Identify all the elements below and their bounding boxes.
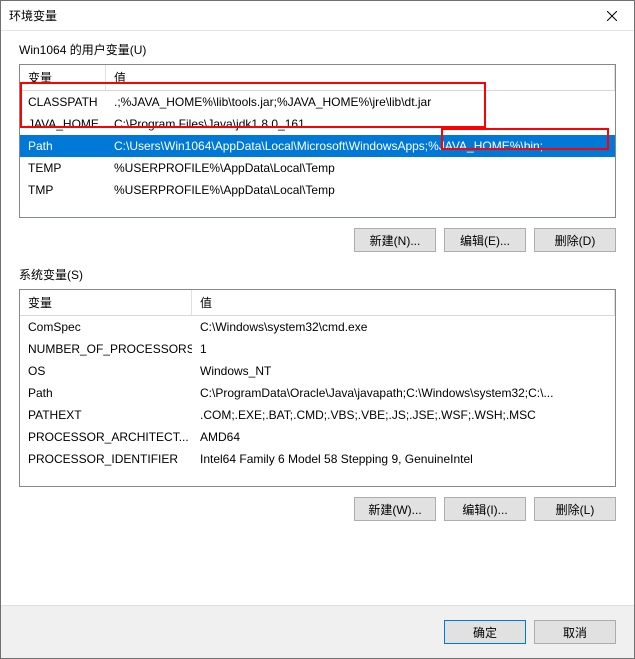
var-value-cell: Windows_NT (192, 364, 615, 378)
system-vars-header: 变量 值 (20, 290, 615, 316)
var-value-cell: %USERPROFILE%\AppData\Local\Temp (106, 183, 615, 197)
col-variable[interactable]: 变量 (20, 290, 192, 315)
system-vars-label: 系统变量(S) (19, 266, 616, 283)
table-row[interactable]: PathC:\Users\Win1064\AppData\Local\Micro… (20, 135, 615, 157)
cancel-button[interactable]: 取消 (534, 620, 616, 644)
user-delete-button[interactable]: 删除(D) (534, 228, 616, 252)
var-name-cell: TEMP (20, 161, 106, 175)
var-value-cell: C:\Users\Win1064\AppData\Local\Microsoft… (106, 139, 615, 153)
var-value-cell: C:\Program Files\Java\jdk1.8.0_161 (106, 117, 615, 131)
user-vars-header: 变量 值 (20, 65, 615, 91)
var-value-cell: Intel64 Family 6 Model 58 Stepping 9, Ge… (192, 452, 615, 466)
var-name-cell: CLASSPATH (20, 95, 106, 109)
var-name-cell: JAVA_HOME (20, 117, 106, 131)
table-row[interactable]: PathC:\ProgramData\Oracle\Java\javapath;… (20, 382, 615, 404)
user-edit-button[interactable]: 编辑(E)... (444, 228, 526, 252)
env-vars-dialog: 环境变量 Win1064 的用户变量(U) 变量 值 CLASSPATH.;%J… (0, 0, 635, 659)
system-new-button[interactable]: 新建(W)... (354, 497, 436, 521)
var-name-cell: PROCESSOR_ARCHITECT... (20, 430, 192, 444)
dialog-footer: 确定 取消 (1, 605, 634, 658)
table-row[interactable]: JAVA_HOMEC:\Program Files\Java\jdk1.8.0_… (20, 113, 615, 135)
table-row[interactable]: PROCESSOR_IDENTIFIERIntel64 Family 6 Mod… (20, 448, 615, 470)
system-delete-button[interactable]: 删除(L) (534, 497, 616, 521)
col-variable[interactable]: 变量 (20, 65, 106, 90)
system-vars-group: 系统变量(S) 变量 值 ComSpecC:\Windows\system32\… (19, 266, 616, 521)
close-button[interactable] (589, 1, 634, 31)
col-value[interactable]: 值 (192, 290, 615, 315)
var-value-cell: .;%JAVA_HOME%\lib\tools.jar;%JAVA_HOME%\… (106, 95, 615, 109)
var-name-cell: OS (20, 364, 192, 378)
user-vars-label: Win1064 的用户变量(U) (19, 41, 616, 58)
table-row[interactable]: TMP%USERPROFILE%\AppData\Local\Temp (20, 179, 615, 201)
var-value-cell: C:\Windows\system32\cmd.exe (192, 320, 615, 334)
var-name-cell: Path (20, 386, 192, 400)
var-name-cell: NUMBER_OF_PROCESSORS (20, 342, 192, 356)
var-value-cell: C:\ProgramData\Oracle\Java\javapath;C:\W… (192, 386, 615, 400)
table-row[interactable]: PROCESSOR_ARCHITECT...AMD64 (20, 426, 615, 448)
table-row[interactable]: ComSpecC:\Windows\system32\cmd.exe (20, 316, 615, 338)
table-row[interactable]: CLASSPATH.;%JAVA_HOME%\lib\tools.jar;%JA… (20, 91, 615, 113)
var-value-cell: 1 (192, 342, 615, 356)
system-vars-list[interactable]: 变量 值 ComSpecC:\Windows\system32\cmd.exeN… (19, 289, 616, 487)
dialog-title: 环境变量 (1, 7, 57, 24)
user-vars-group: Win1064 的用户变量(U) 变量 值 CLASSPATH.;%JAVA_H… (19, 41, 616, 252)
var-value-cell: AMD64 (192, 430, 615, 444)
var-name-cell: Path (20, 139, 106, 153)
ok-button[interactable]: 确定 (444, 620, 526, 644)
close-icon (607, 11, 617, 21)
table-row[interactable]: NUMBER_OF_PROCESSORS1 (20, 338, 615, 360)
table-row[interactable]: TEMP%USERPROFILE%\AppData\Local\Temp (20, 157, 615, 179)
user-new-button[interactable]: 新建(N)... (354, 228, 436, 252)
var-name-cell: TMP (20, 183, 106, 197)
var-name-cell: ComSpec (20, 320, 192, 334)
titlebar: 环境变量 (1, 1, 634, 31)
var-value-cell: .COM;.EXE;.BAT;.CMD;.VBS;.VBE;.JS;.JSE;.… (192, 408, 615, 422)
var-name-cell: PATHEXT (20, 408, 192, 422)
user-vars-list[interactable]: 变量 值 CLASSPATH.;%JAVA_HOME%\lib\tools.ja… (19, 64, 616, 218)
table-row[interactable]: OSWindows_NT (20, 360, 615, 382)
col-value[interactable]: 值 (106, 65, 615, 90)
var-name-cell: PROCESSOR_IDENTIFIER (20, 452, 192, 466)
var-value-cell: %USERPROFILE%\AppData\Local\Temp (106, 161, 615, 175)
table-row[interactable]: PATHEXT.COM;.EXE;.BAT;.CMD;.VBS;.VBE;.JS… (20, 404, 615, 426)
system-edit-button[interactable]: 编辑(I)... (444, 497, 526, 521)
